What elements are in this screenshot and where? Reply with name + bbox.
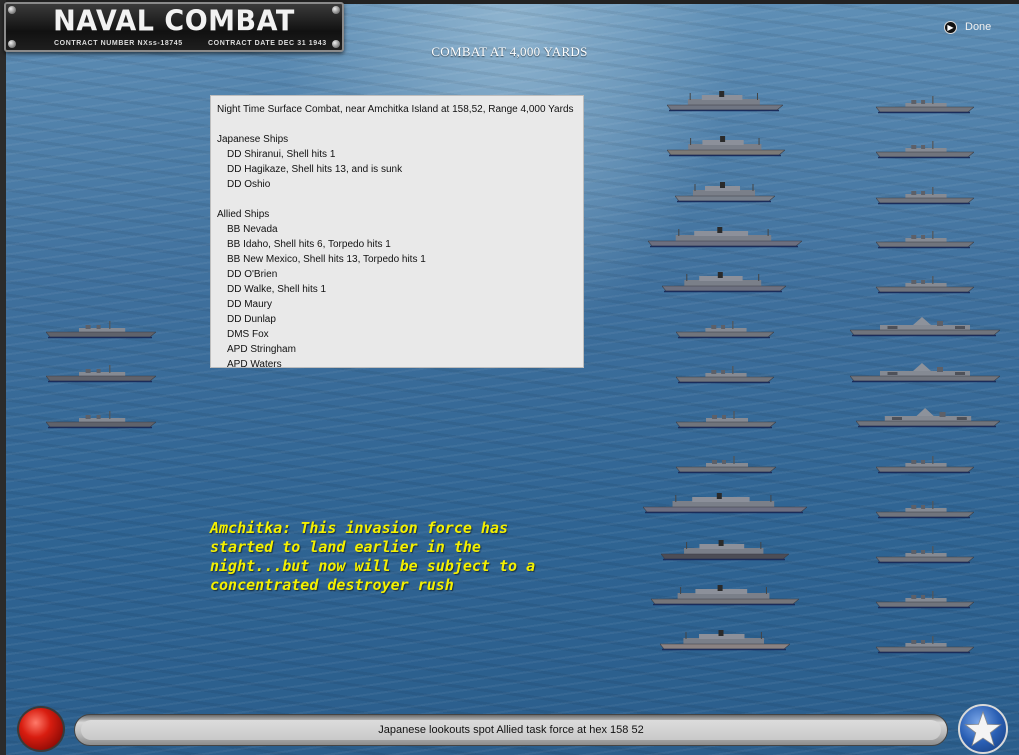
report-line: DD Walke, Shell hits 1 — [227, 284, 327, 295]
ship-icon[interactable] — [876, 228, 974, 250]
ship-icon[interactable] — [876, 633, 974, 655]
ship-icon[interactable] — [651, 585, 799, 607]
ship-icon[interactable] — [876, 453, 974, 475]
status-bar: Japanese lookouts spot Allied task force… — [74, 714, 948, 746]
ship-icon[interactable] — [667, 136, 785, 158]
ship-icon[interactable] — [876, 138, 974, 160]
ship-icon[interactable] — [676, 408, 776, 430]
end-turn-button[interactable] — [17, 706, 65, 752]
report-line: BB Idaho, Shell hits 6, Torpedo hits 1 — [227, 239, 391, 250]
report-line: APD Stringham — [227, 344, 296, 355]
ship-icon[interactable] — [876, 273, 974, 295]
ship-icon[interactable] — [856, 407, 1000, 429]
play-circle-icon: ▶ — [944, 20, 957, 34]
ship-icon[interactable] — [876, 543, 974, 565]
done-button[interactable]: ▶ Done — [944, 19, 991, 35]
ship-icon[interactable] — [648, 227, 802, 249]
ship-icon[interactable] — [850, 316, 1000, 338]
ship-icon[interactable] — [676, 363, 774, 385]
report-line: DD Oshio — [227, 179, 271, 190]
status-message: Japanese lookouts spot Allied task force… — [81, 720, 941, 740]
report-line: DD Shiranui, Shell hits 1 — [227, 149, 336, 160]
ship-icon[interactable] — [675, 182, 775, 204]
report-line: BB New Mexico, Shell hits 13, Torpedo hi… — [227, 254, 426, 265]
ship-icon[interactable] — [643, 493, 807, 515]
report-line: DD Hagikaze, Shell hits 13, and is sunk — [227, 164, 403, 175]
ship-icon[interactable] — [46, 318, 156, 340]
allied-star-button[interactable] — [958, 704, 1008, 754]
ship-icon[interactable] — [876, 93, 974, 115]
left-frame — [0, 0, 6, 755]
report-line: Night Time Surface Combat, near Amchitka… — [217, 104, 574, 115]
ship-icon[interactable] — [660, 630, 790, 652]
ship-icon[interactable] — [667, 91, 783, 113]
done-label: Done — [965, 21, 992, 33]
combat-heading: COMBAT AT 4,000 YARDS — [431, 44, 588, 59]
ship-icon[interactable] — [676, 453, 776, 475]
ship-icon[interactable] — [662, 272, 786, 294]
ship-icon[interactable] — [661, 540, 789, 562]
report-line: DD Maury — [227, 299, 273, 310]
report-line: DMS Fox — [227, 329, 269, 340]
report-line: Japanese Ships — [217, 134, 289, 145]
combat-report-panel[interactable]: Night Time Surface Combat, near Amchitka… — [210, 95, 584, 368]
report-line: DD Dunlap — [227, 314, 276, 325]
ship-icon[interactable] — [876, 184, 974, 206]
ship-icon[interactable] — [850, 362, 1000, 384]
report-line: Allied Ships — [217, 209, 270, 220]
ship-icon[interactable] — [46, 408, 156, 430]
ship-icon[interactable] — [46, 362, 156, 384]
ship-icon[interactable] — [676, 318, 774, 340]
report-line: DD O'Brien — [227, 269, 278, 280]
star-roundel-icon — [964, 710, 1002, 747]
report-spacer — [217, 117, 583, 132]
scenario-note: Amchitka: This invasion force has starte… — [210, 519, 536, 594]
ship-icon[interactable] — [876, 498, 974, 520]
report-spacer — [217, 192, 583, 207]
game-title: NAVAL COMBAT — [53, 5, 295, 38]
ship-icon[interactable] — [876, 588, 974, 610]
report-line: BB Nevada — [227, 224, 278, 235]
report-line: APD Waters — [227, 359, 282, 368]
